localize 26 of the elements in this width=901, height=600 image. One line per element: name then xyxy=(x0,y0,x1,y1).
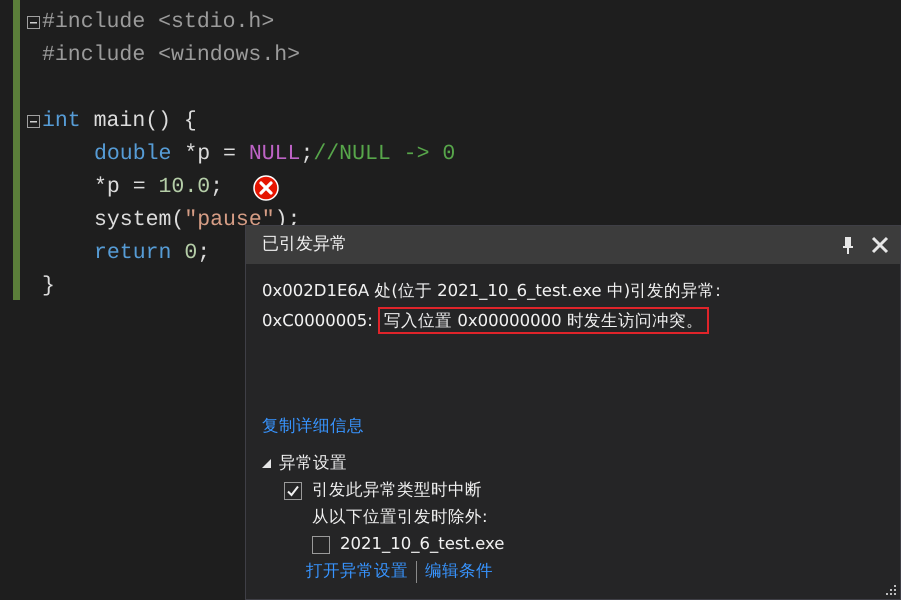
copy-details-link[interactable]: 复制详细信息 xyxy=(262,416,364,435)
settings-link[interactable]: 编辑条件 xyxy=(425,559,493,584)
close-icon[interactable] xyxy=(870,235,890,255)
code-line: #include <windows.h> xyxy=(42,42,300,70)
code-line: *p = 10.0; xyxy=(94,174,224,202)
popup-title: 已引发异常 xyxy=(262,233,347,256)
checkbox-label: 引发此异常类型时中断 xyxy=(312,479,482,502)
code-line: double *p = NULL;//NULL -> 0 xyxy=(94,141,456,168)
settings-heading: 异常设置 xyxy=(279,452,347,474)
pin-icon[interactable] xyxy=(842,236,854,254)
code-line: int main() { xyxy=(42,108,197,136)
checkbox[interactable] xyxy=(284,482,302,500)
code-line: return 0; xyxy=(94,240,210,268)
collapse-icon[interactable] xyxy=(27,115,40,128)
expand-icon[interactable] xyxy=(262,459,271,468)
collapse-icon[interactable] xyxy=(27,16,40,29)
code-line: } xyxy=(42,273,55,300)
message-text: 0x002D1E6A 处(位于 2021_10_6_test.exe 中)引发的异常: xyxy=(262,281,721,300)
settings-link[interactable]: 打开异常设置 xyxy=(306,559,408,584)
checkbox[interactable] xyxy=(312,536,330,554)
message-text: 0xC0000005: xyxy=(262,311,374,330)
option-label: 从以下位置引发时除外: xyxy=(312,506,488,528)
code-line: #include <stdio.h> xyxy=(42,9,274,36)
checkbox-label: 2021_10_6_test.exe xyxy=(340,533,504,556)
highlighted-message: 写入位置 0x00000000 时发生访问冲突。 xyxy=(378,307,709,334)
resize-grip-icon[interactable] xyxy=(885,584,897,596)
